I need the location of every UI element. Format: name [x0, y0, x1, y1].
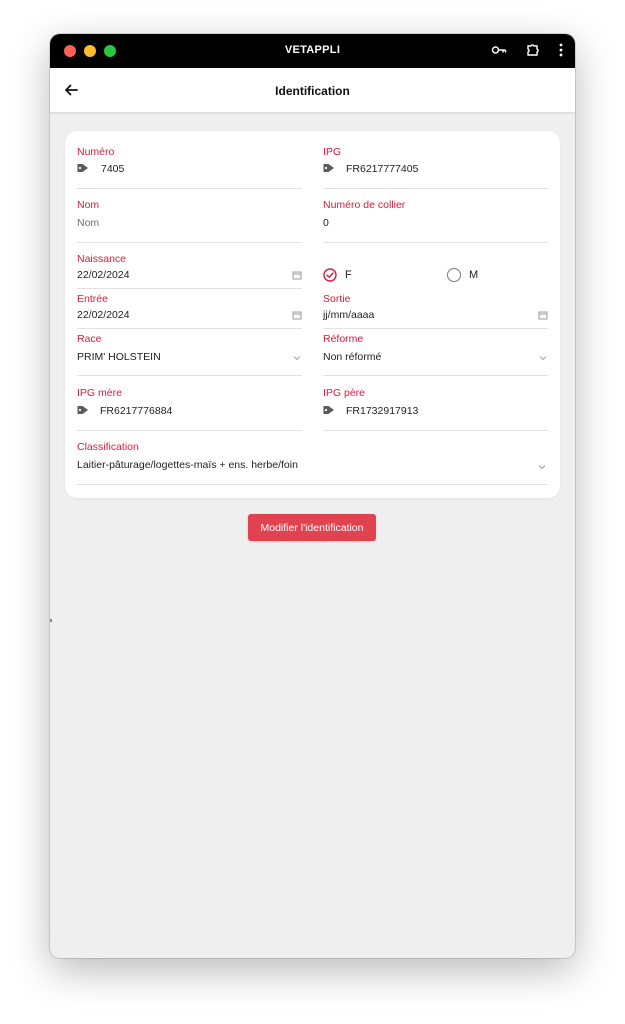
- chevron-down-icon: [539, 356, 547, 361]
- reforme-label: Réforme: [323, 333, 364, 345]
- ipg-underline: [323, 188, 548, 189]
- numero-underline: [77, 188, 302, 189]
- tag-icon: [323, 164, 334, 172]
- sortie-label: Sortie: [323, 293, 351, 305]
- calendar-icon[interactable]: [538, 310, 548, 320]
- tag-icon: [323, 406, 334, 414]
- numero-collier-label: Numéro de collier: [323, 199, 406, 211]
- naissance-label: Naissance: [77, 253, 127, 265]
- classification-value: Laitier-pâturage/logettes-maïs + ens. he…: [77, 459, 298, 471]
- classification-label: Classification: [77, 441, 139, 453]
- puzzle-icon[interactable]: [525, 42, 541, 58]
- reforme-select[interactable]: Réforme Non réformé: [323, 333, 548, 376]
- tag-icon: [77, 406, 88, 414]
- ipg-mere-field[interactable]: IPG mère FR6217776884: [77, 387, 302, 431]
- naissance-input[interactable]: 22/02/2024: [77, 269, 130, 281]
- numero-field[interactable]: Numéro 7405: [77, 146, 302, 189]
- tag-icon: [77, 164, 88, 172]
- ipg-mere-label: IPG mère: [77, 387, 122, 399]
- ipg-mere-value: FR6217776884: [100, 405, 173, 417]
- reforme-value: Non réformé: [323, 351, 382, 363]
- radio-sexe-m[interactable]: M: [447, 268, 478, 282]
- entree-field[interactable]: Entrée 22/02/2024: [77, 293, 302, 329]
- identification-card: Numéro 7405 IPG FR6217777405 Nom Nom Num…: [65, 131, 560, 498]
- app-window: VETAPPLI Identification Numéro 7405 IPG …: [50, 34, 575, 958]
- nom-label: Nom: [77, 199, 100, 211]
- naissance-underline: [77, 288, 302, 289]
- classification-underline: [77, 484, 547, 485]
- key-icon[interactable]: [491, 44, 507, 56]
- classification-select[interactable]: Classification Laitier-pâturage/logettes…: [77, 441, 547, 485]
- radio-sexe-f[interactable]: F: [323, 268, 352, 282]
- race-label: Race: [77, 333, 102, 345]
- race-value: PRIM' HOLSTEIN: [77, 351, 161, 363]
- edge-marker: [50, 619, 52, 622]
- ipg-field[interactable]: IPG FR6217777405: [323, 146, 548, 189]
- entree-underline: [77, 328, 302, 329]
- ipg-pere-label: IPG père: [323, 387, 366, 399]
- nom-underline: [77, 242, 302, 243]
- ipg-label: IPG: [323, 146, 342, 158]
- naissance-field[interactable]: Naissance 22/02/2024: [77, 253, 302, 289]
- sortie-input[interactable]: jj/mm/aaaa: [323, 309, 374, 321]
- calendar-icon[interactable]: [292, 310, 302, 320]
- entree-label: Entrée: [77, 293, 108, 305]
- ipg-pere-underline: [323, 430, 548, 431]
- sortie-field[interactable]: Sortie jj/mm/aaaa: [323, 293, 548, 329]
- numero-collier-underline: [323, 242, 548, 243]
- radio-sexe-f-label: F: [345, 269, 352, 281]
- more-vertical-icon[interactable]: [559, 43, 563, 57]
- race-underline: [77, 375, 302, 376]
- sortie-underline: [323, 328, 548, 329]
- modify-identification-button[interactable]: Modifier l'identification: [248, 514, 376, 541]
- nom-input[interactable]: Nom: [77, 217, 99, 229]
- radio-empty-icon: [447, 268, 461, 282]
- numero-label: Numéro: [77, 146, 115, 158]
- numero-value: 7405: [101, 163, 125, 175]
- ipg-pere-value: FR1732917913: [346, 405, 419, 417]
- nom-field[interactable]: Nom Nom: [77, 199, 302, 243]
- ipg-pere-field[interactable]: IPG père FR1732917913: [323, 387, 548, 431]
- numero-collier-field[interactable]: Numéro de collier 0: [323, 199, 548, 243]
- reforme-underline: [323, 375, 548, 376]
- ipg-mere-underline: [77, 430, 302, 431]
- radio-sexe-m-label: M: [469, 269, 479, 281]
- page-title: Identification: [275, 84, 350, 98]
- calendar-icon[interactable]: [292, 270, 302, 280]
- numero-collier-input[interactable]: 0: [323, 217, 329, 229]
- chevron-down-icon: [293, 356, 301, 361]
- page-header: Identification: [50, 68, 575, 112]
- titlebar-actions: [491, 42, 563, 58]
- ipg-value: FR6217777405: [346, 163, 419, 175]
- chevron-down-icon: [538, 465, 546, 470]
- title-bar: VETAPPLI: [50, 34, 575, 68]
- check-circle-icon: [323, 268, 337, 282]
- entree-input[interactable]: 22/02/2024: [77, 309, 130, 321]
- race-select[interactable]: Race PRIM' HOLSTEIN: [77, 333, 302, 376]
